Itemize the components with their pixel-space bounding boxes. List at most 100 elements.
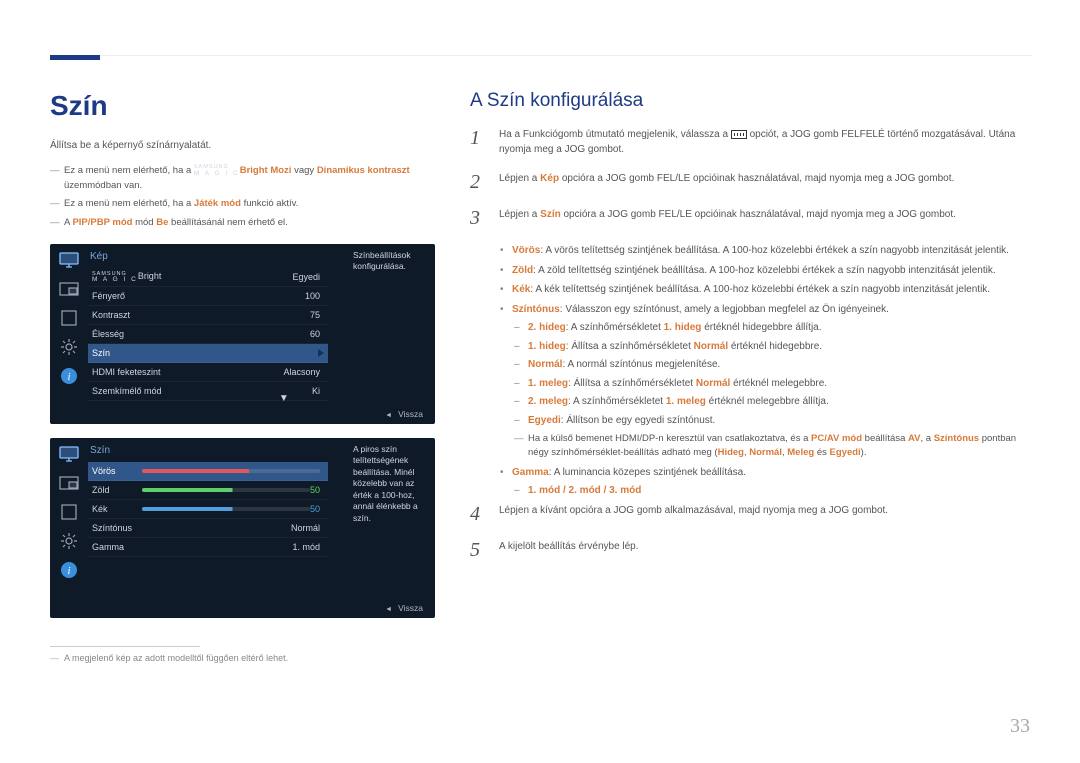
txt: : Válasszon egy színtónust, amely a legj…: [560, 304, 889, 315]
pre: : A színhőmérsékletet: [566, 322, 664, 333]
gear-icon: [58, 531, 80, 551]
sn-a: Hideg: [718, 447, 744, 458]
post: : Állítson be egy egyedi színtónust.: [561, 415, 716, 426]
sub-warm1: 1. meleg: Állítsa a színhőmérsékletet No…: [514, 376, 1030, 392]
sn-mid: beállítása: [862, 433, 908, 444]
sn-kw3: Színtónus: [934, 433, 979, 444]
bar-zold: [142, 488, 310, 492]
row-kontraszt: Kontraszt75: [88, 306, 328, 325]
gear-icon: [58, 337, 80, 357]
lbl: Kék: [92, 504, 142, 514]
magic-label: M A G I C: [194, 171, 240, 176]
row-voros: Vörös: [88, 462, 328, 481]
osd1-hint: Színbeállítások konfigurálása.: [345, 244, 435, 279]
info-icon: i: [58, 366, 80, 386]
osd2-body: Szín Vörös Zöld 50 Kék 5: [88, 438, 435, 618]
osd2-hint: A piros szín telítettségének beállítása.…: [345, 438, 435, 530]
and: és: [814, 447, 829, 458]
info-icon: i: [58, 560, 80, 580]
bright-label: Bright: [240, 165, 268, 176]
sn-pre: Ha a külső bemenet HDMI/DP-n keresztül v…: [528, 433, 811, 444]
gamma-modes: 1. mód / 2. mód / 3. mód: [514, 483, 1030, 499]
s3-post: opcióra a JOG gomb FEL/LE opcióinak hasz…: [561, 209, 956, 220]
s3-kw: Szín: [540, 209, 561, 220]
osd1-rows: SAMSUNG M A G I C Bright Egyedi Fényerő1…: [88, 268, 328, 401]
sn-kw2: AV: [908, 433, 921, 444]
section-heading: Szín: [50, 90, 435, 122]
row-bright: SAMSUNG M A G I C Bright Egyedi: [88, 268, 328, 287]
kw: Kék: [512, 284, 530, 295]
green-bar-icon: [142, 488, 310, 492]
step-1: 1 Ha a Funkciógomb útmutató megjelenik, …: [470, 127, 1030, 157]
s3-pre: Lépjen a: [499, 209, 540, 220]
kw2: Normál: [694, 341, 728, 352]
bar-voros: [142, 469, 320, 473]
post: értéknél melegebbre állítja.: [706, 396, 829, 407]
kw: 2. hideg: [528, 322, 566, 333]
bullet-green: Zöld: A zöld telítettség szintjének beál…: [500, 263, 1030, 279]
val: Alacsony: [283, 367, 324, 377]
lbl: Fényerő: [92, 291, 305, 301]
pip-icon: [58, 279, 80, 299]
lbl: Vörös: [92, 466, 142, 476]
lbl: Zöld: [92, 485, 142, 495]
page-accent-bump: [50, 55, 100, 60]
sn-mid2: , a: [921, 433, 934, 444]
page-top-border: [50, 55, 1032, 56]
pip-icon: [58, 473, 80, 493]
step-1-text: Ha a Funkciógomb útmutató megjelenik, vá…: [499, 127, 1030, 157]
osd1-sidebar: i: [50, 244, 88, 424]
txt: : A vörös telítettség szintjének beállít…: [540, 245, 1009, 256]
note-3-mid: mód: [135, 217, 156, 228]
note-3-mode2: Be: [156, 217, 168, 228]
step-3-text: Lépjen a Szín opcióra a JOG gomb FEL/LE …: [499, 207, 1030, 229]
sub-custom: Egyedi: Állítson be egy egyedi színtónus…: [514, 413, 1030, 429]
step-2-text: Lépjen a Kép opcióra a JOG gomb FEL/LE o…: [499, 171, 1030, 193]
txt: : A zöld telítettség szintjének beállítá…: [533, 265, 996, 276]
kw: Vörös: [512, 245, 540, 256]
note-2-mode: Játék mód: [194, 198, 241, 209]
sub-warm2: 2. meleg: A színhőmérsékletet 1. meleg é…: [514, 394, 1030, 410]
osd2-footer: Vissza: [385, 603, 423, 613]
val: 50: [310, 504, 324, 514]
row-bright-value: Egyedi: [292, 272, 324, 282]
kw2: 1. hideg: [664, 322, 702, 333]
osd-panel-szin: i Szín Vörös Zöld 50 Kék: [50, 438, 435, 618]
lbl: Gamma: [92, 542, 292, 552]
txt: : A luminancia közepes szintjének beállí…: [549, 467, 746, 478]
lbl: Kontraszt: [92, 310, 310, 320]
right-heading: A Szín konfigurálása: [470, 90, 1030, 112]
note-1-post: üzemmódban van.: [64, 180, 142, 191]
s2-pre: Lépjen a: [499, 173, 540, 184]
osd2-sidebar: i: [50, 438, 88, 618]
step-4-text: Lépjen a kívánt opcióra a JOG gomb alkal…: [499, 503, 1030, 525]
step-4-num: 4: [470, 503, 485, 525]
sub-cool1: 1. hideg: Állítsa a színhőmérsékletet No…: [514, 339, 1030, 355]
bullet-blue: Kék: A kék telítettség szintjének beállí…: [500, 282, 1030, 298]
val: 50: [310, 485, 324, 495]
s2-kw: Kép: [540, 173, 559, 184]
val: 60: [310, 329, 324, 339]
kw: Zöld: [512, 265, 533, 276]
right-column: A Szín konfigurálása 1 Ha a Funkciógomb …: [470, 90, 1030, 663]
sn-close: ).: [861, 447, 867, 458]
lbl: HDMI feketeszint: [92, 367, 283, 377]
modes: 1. mód / 2. mód / 3. mód: [528, 485, 641, 496]
osd1-body: Kép SAMSUNG M A G I C Bright Egyedi Fény…: [88, 244, 435, 424]
pre: : A színhőmérsékletet: [568, 396, 666, 407]
magic-bright-icon: SAMSUNG M A G I C: [92, 272, 138, 283]
red-bar-icon: [142, 469, 320, 473]
intro-text: Állítsa be a képernyő színárnyalatát.: [50, 140, 435, 151]
square-icon: [58, 308, 80, 328]
hr-short: [50, 646, 200, 647]
osd2-rows: Vörös Zöld 50 Kék 50 SzíntónusNormá: [88, 462, 328, 557]
sub-normal: Normál: A normál színtónus megjelenítése…: [514, 357, 1030, 373]
monitor-icon: [58, 444, 80, 464]
bright-word: Bright: [138, 271, 162, 281]
pre: : Állítsa a színhőmérsékletet: [566, 341, 694, 352]
step-5-num: 5: [470, 539, 485, 561]
lbl: Szín: [92, 348, 314, 358]
step-5-text: A kijelölt beállítás érvénybe lép.: [499, 539, 1030, 561]
row-elesseg: Élesség60: [88, 325, 328, 344]
row-szin-selected: Szín: [88, 344, 328, 363]
